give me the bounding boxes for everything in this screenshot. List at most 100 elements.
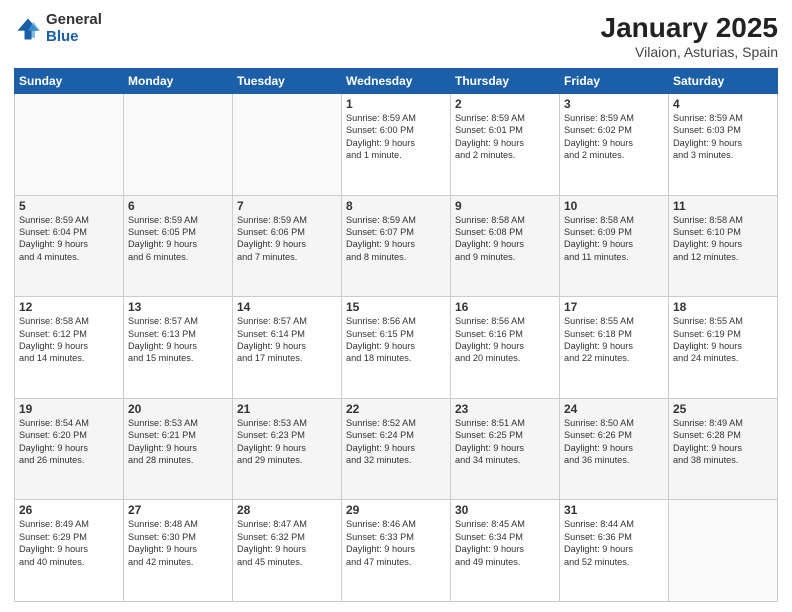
day-number: 26	[19, 503, 119, 517]
cell-text: Sunrise: 8:59 AM	[346, 214, 446, 226]
cell-text: Sunrise: 8:44 AM	[564, 518, 664, 530]
cell-text: Sunset: 6:36 PM	[564, 531, 664, 543]
cell-text: Sunrise: 8:59 AM	[128, 214, 228, 226]
calendar-cell: 4Sunrise: 8:59 AMSunset: 6:03 PMDaylight…	[669, 94, 778, 196]
cell-text: Daylight: 9 hours	[673, 238, 773, 250]
cell-text: Sunset: 6:14 PM	[237, 328, 337, 340]
cell-text: Sunrise: 8:58 AM	[673, 214, 773, 226]
header-day-monday: Monday	[124, 69, 233, 94]
calendar-cell: 27Sunrise: 8:48 AMSunset: 6:30 PMDayligh…	[124, 500, 233, 602]
cell-text: and 29 minutes.	[237, 454, 337, 466]
cell-text: and 2 minutes.	[564, 149, 664, 161]
calendar-cell: 3Sunrise: 8:59 AMSunset: 6:02 PMDaylight…	[560, 94, 669, 196]
cell-text: Sunrise: 8:46 AM	[346, 518, 446, 530]
cell-text: Sunrise: 8:56 AM	[455, 315, 555, 327]
cell-text: and 24 minutes.	[673, 352, 773, 364]
calendar-cell: 13Sunrise: 8:57 AMSunset: 6:13 PMDayligh…	[124, 297, 233, 399]
calendar-cell: 14Sunrise: 8:57 AMSunset: 6:14 PMDayligh…	[233, 297, 342, 399]
header: General Blue January 2025 Vilaion, Astur…	[14, 12, 778, 60]
week-row-3: 12Sunrise: 8:58 AMSunset: 6:12 PMDayligh…	[15, 297, 778, 399]
cell-text: Sunset: 6:10 PM	[673, 226, 773, 238]
cell-text: Sunrise: 8:55 AM	[673, 315, 773, 327]
cell-text: Daylight: 9 hours	[237, 238, 337, 250]
cell-text: Sunrise: 8:54 AM	[19, 417, 119, 429]
day-number: 19	[19, 402, 119, 416]
calendar-cell: 9Sunrise: 8:58 AMSunset: 6:08 PMDaylight…	[451, 195, 560, 297]
cell-text: and 11 minutes.	[564, 251, 664, 263]
calendar-cell: 18Sunrise: 8:55 AMSunset: 6:19 PMDayligh…	[669, 297, 778, 399]
calendar-cell: 12Sunrise: 8:58 AMSunset: 6:12 PMDayligh…	[15, 297, 124, 399]
cell-text: Daylight: 9 hours	[128, 340, 228, 352]
cell-text: Sunrise: 8:59 AM	[564, 112, 664, 124]
cell-text: Sunset: 6:08 PM	[455, 226, 555, 238]
cell-text: Sunset: 6:23 PM	[237, 429, 337, 441]
page: General Blue January 2025 Vilaion, Astur…	[0, 0, 792, 612]
calendar-cell: 30Sunrise: 8:45 AMSunset: 6:34 PMDayligh…	[451, 500, 560, 602]
cell-text: and 9 minutes.	[455, 251, 555, 263]
calendar-cell: 1Sunrise: 8:59 AMSunset: 6:00 PMDaylight…	[342, 94, 451, 196]
day-number: 11	[673, 199, 773, 213]
header-day-tuesday: Tuesday	[233, 69, 342, 94]
cell-text: Sunset: 6:00 PM	[346, 124, 446, 136]
cell-text: Sunrise: 8:59 AM	[673, 112, 773, 124]
header-day-sunday: Sunday	[15, 69, 124, 94]
cell-text: Sunset: 6:25 PM	[455, 429, 555, 441]
day-number: 15	[346, 300, 446, 314]
cell-text: Sunset: 6:20 PM	[19, 429, 119, 441]
cell-text: Daylight: 9 hours	[564, 238, 664, 250]
cell-text: Sunset: 6:30 PM	[128, 531, 228, 543]
day-number: 3	[564, 97, 664, 111]
cell-text: Daylight: 9 hours	[128, 238, 228, 250]
day-number: 23	[455, 402, 555, 416]
cell-text: and 1 minute.	[346, 149, 446, 161]
cell-text: Sunrise: 8:58 AM	[455, 214, 555, 226]
cell-text: Sunrise: 8:51 AM	[455, 417, 555, 429]
cell-text: Sunrise: 8:57 AM	[128, 315, 228, 327]
cell-text: Sunset: 6:32 PM	[237, 531, 337, 543]
logo-blue: Blue	[46, 29, 102, 46]
day-number: 22	[346, 402, 446, 416]
cell-text: Sunrise: 8:59 AM	[19, 214, 119, 226]
cell-text: Daylight: 9 hours	[19, 238, 119, 250]
calendar-cell: 26Sunrise: 8:49 AMSunset: 6:29 PMDayligh…	[15, 500, 124, 602]
week-row-1: 1Sunrise: 8:59 AMSunset: 6:00 PMDaylight…	[15, 94, 778, 196]
cell-text: and 20 minutes.	[455, 352, 555, 364]
cell-text: and 28 minutes.	[128, 454, 228, 466]
day-number: 1	[346, 97, 446, 111]
day-number: 30	[455, 503, 555, 517]
day-number: 14	[237, 300, 337, 314]
cell-text: Daylight: 9 hours	[673, 137, 773, 149]
day-number: 28	[237, 503, 337, 517]
cell-text: Sunset: 6:02 PM	[564, 124, 664, 136]
day-number: 2	[455, 97, 555, 111]
cell-text: Sunset: 6:05 PM	[128, 226, 228, 238]
cell-text: Sunrise: 8:59 AM	[237, 214, 337, 226]
cell-text: Daylight: 9 hours	[237, 543, 337, 555]
cell-text: Daylight: 9 hours	[128, 543, 228, 555]
cell-text: Daylight: 9 hours	[346, 543, 446, 555]
day-number: 6	[128, 199, 228, 213]
cell-text: and 18 minutes.	[346, 352, 446, 364]
cell-text: Sunrise: 8:59 AM	[346, 112, 446, 124]
cell-text: Daylight: 9 hours	[455, 137, 555, 149]
cell-text: Sunset: 6:34 PM	[455, 531, 555, 543]
cell-text: Daylight: 9 hours	[564, 442, 664, 454]
cell-text: and 12 minutes.	[673, 251, 773, 263]
calendar-cell: 11Sunrise: 8:58 AMSunset: 6:10 PMDayligh…	[669, 195, 778, 297]
cell-text: Sunset: 6:24 PM	[346, 429, 446, 441]
calendar-cell: 25Sunrise: 8:49 AMSunset: 6:28 PMDayligh…	[669, 398, 778, 500]
cell-text: and 34 minutes.	[455, 454, 555, 466]
cell-text: and 15 minutes.	[128, 352, 228, 364]
cell-text: Daylight: 9 hours	[564, 340, 664, 352]
cell-text: Sunset: 6:18 PM	[564, 328, 664, 340]
cell-text: Daylight: 9 hours	[455, 340, 555, 352]
day-number: 16	[455, 300, 555, 314]
calendar-cell: 29Sunrise: 8:46 AMSunset: 6:33 PMDayligh…	[342, 500, 451, 602]
header-day-thursday: Thursday	[451, 69, 560, 94]
cell-text: and 49 minutes.	[455, 556, 555, 568]
logo-icon	[14, 15, 42, 43]
day-number: 21	[237, 402, 337, 416]
main-title: January 2025	[601, 12, 778, 44]
cell-text: Sunset: 6:01 PM	[455, 124, 555, 136]
calendar-cell: 6Sunrise: 8:59 AMSunset: 6:05 PMDaylight…	[124, 195, 233, 297]
